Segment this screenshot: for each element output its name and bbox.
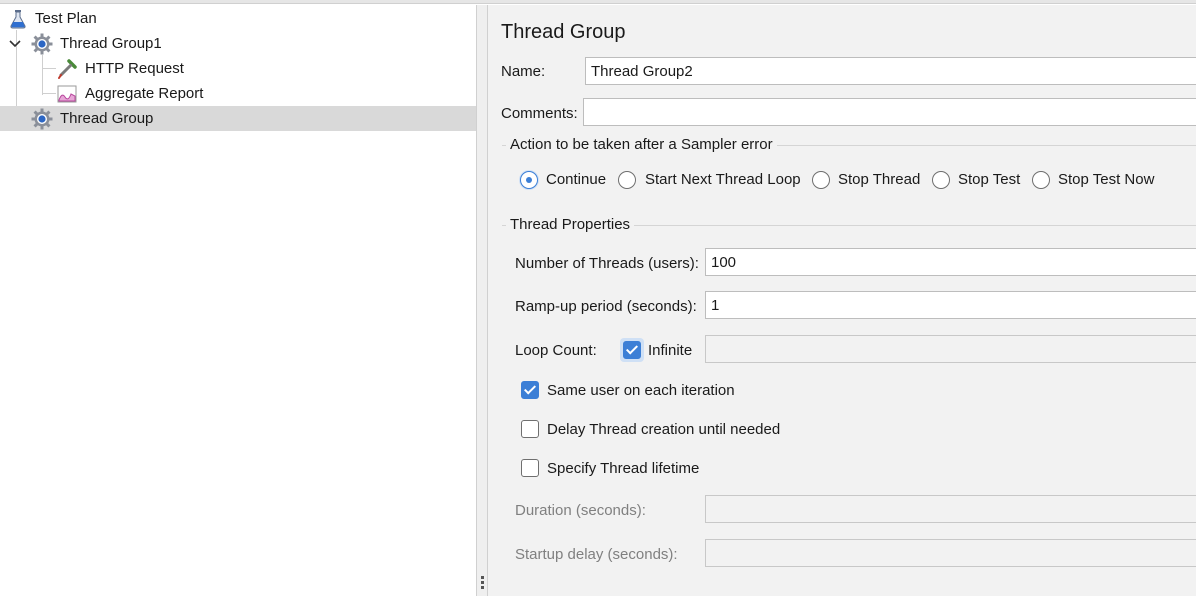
page-title: Thread Group xyxy=(501,21,626,43)
rampup-label: Ramp-up period (seconds): xyxy=(515,298,697,315)
name-label: Name: xyxy=(501,63,546,80)
radio-start-next-thread-loop[interactable] xyxy=(618,171,636,189)
radio-stop-test-now[interactable] xyxy=(1032,171,1050,189)
thread-lifetime-checkbox[interactable] xyxy=(521,459,539,477)
radio-stop-thread-label[interactable]: Stop Thread xyxy=(838,171,920,188)
startup-delay-field[interactable] xyxy=(705,539,1196,567)
same-user-checkbox[interactable] xyxy=(521,381,539,399)
gear-icon xyxy=(31,33,53,55)
chevron-down-icon[interactable] xyxy=(8,37,22,51)
radio-continue[interactable] xyxy=(520,171,538,189)
tree-item-thread-group[interactable]: Thread Group xyxy=(0,106,476,131)
thread-group-panel: Thread Group Name: Comments: Action to b… xyxy=(488,5,1196,596)
radio-start-next-thread-loop-label[interactable]: Start Next Thread Loop xyxy=(645,171,801,188)
name-field[interactable] xyxy=(585,57,1196,85)
drag-handle-icon[interactable] xyxy=(481,576,484,591)
tree-item-label: HTTP Request xyxy=(85,60,184,77)
tree-item-label: Thread Group1 xyxy=(60,35,162,52)
loop-count-field[interactable] xyxy=(705,335,1196,363)
duration-label: Duration (seconds): xyxy=(515,502,646,519)
gear-icon xyxy=(31,108,53,130)
radio-continue-label[interactable]: Continue xyxy=(546,171,606,188)
delay-thread-checkbox[interactable] xyxy=(521,420,539,438)
tree-item-test-plan[interactable]: Test Plan xyxy=(0,6,476,31)
pane-splitter[interactable] xyxy=(476,5,488,596)
startup-delay-label: Startup delay (seconds): xyxy=(515,546,678,563)
tree-item-thread-group1[interactable]: Thread Group1 xyxy=(0,31,476,56)
infinite-checkbox[interactable] xyxy=(623,341,641,359)
infinite-label[interactable]: Infinite xyxy=(648,342,692,359)
radio-stop-test-label[interactable]: Stop Test xyxy=(958,171,1020,188)
thread-lifetime-label[interactable]: Specify Thread lifetime xyxy=(547,460,699,477)
radio-stop-test-now-label[interactable]: Stop Test Now xyxy=(1058,171,1154,188)
rampup-field[interactable] xyxy=(705,291,1196,319)
tree-item-http-request[interactable]: HTTP Request xyxy=(0,56,476,81)
threads-label: Number of Threads (users): xyxy=(515,255,699,272)
test-plan-tree: Test Plan Thread Group1 HTTP Request Agg… xyxy=(0,5,476,596)
duration-field[interactable] xyxy=(705,495,1196,523)
delay-thread-label[interactable]: Delay Thread creation until needed xyxy=(547,421,780,438)
tree-item-label: Test Plan xyxy=(35,10,97,27)
pipette-icon xyxy=(56,58,78,80)
tree-item-label: Aggregate Report xyxy=(85,85,204,102)
radio-stop-thread[interactable] xyxy=(812,171,830,189)
loop-count-label: Loop Count: xyxy=(515,342,597,359)
sampler-error-group-title: Action to be taken after a Sampler error xyxy=(506,136,777,153)
tree-item-aggregate-report[interactable]: Aggregate Report xyxy=(0,81,476,106)
window-top-border xyxy=(0,0,1196,4)
flask-icon xyxy=(7,8,29,30)
comments-field[interactable] xyxy=(583,98,1196,126)
thread-properties-group-title: Thread Properties xyxy=(506,216,635,233)
graph-report-icon xyxy=(56,83,78,105)
comments-label: Comments: xyxy=(501,105,578,122)
threads-field[interactable] xyxy=(705,248,1196,276)
same-user-label[interactable]: Same user on each iteration xyxy=(547,382,735,399)
tree-item-label: Thread Group xyxy=(60,110,154,127)
radio-stop-test[interactable] xyxy=(932,171,950,189)
